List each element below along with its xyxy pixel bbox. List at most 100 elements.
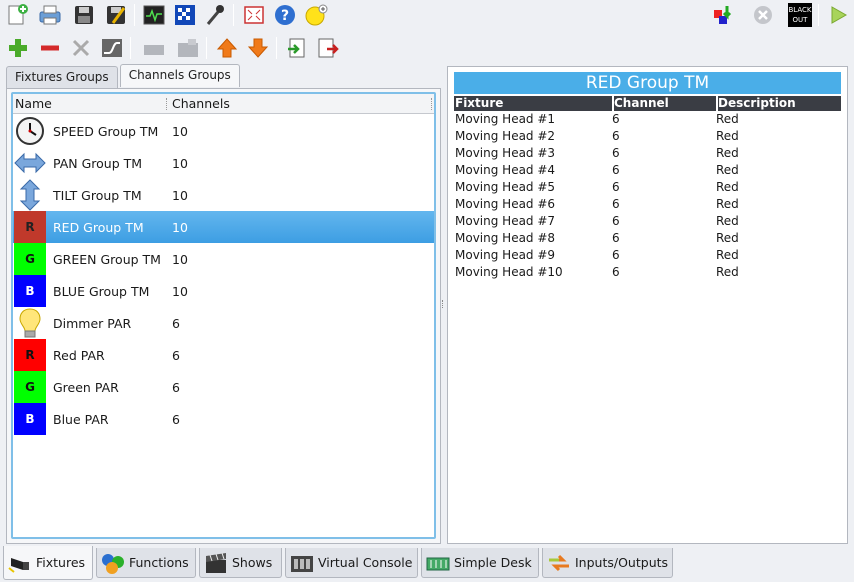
- tab-label: Virtual Console: [318, 555, 413, 570]
- group-detail-panel: RED Group TM Fixture Channel Description…: [447, 66, 848, 544]
- save-icon[interactable]: [71, 2, 97, 28]
- about-icon[interactable]: [303, 2, 329, 28]
- table-row: Moving Head #1 6 Red: [455, 112, 739, 126]
- functions-icon: [101, 551, 125, 575]
- blue-square-icon: B: [14, 403, 46, 435]
- tree-row[interactable]: G GREEN Group TM 10: [13, 243, 434, 275]
- tab-virtual-console[interactable]: Virtual Console: [285, 548, 418, 578]
- help-icon[interactable]: ?: [272, 2, 298, 28]
- export-icon[interactable]: [315, 35, 341, 61]
- tab-shows[interactable]: Shows: [199, 548, 282, 578]
- row-name: BLUE Group TM: [53, 284, 150, 299]
- tree-row-selected[interactable]: R RED Group TM 10: [13, 211, 434, 243]
- detail-table: Fixture Channel Description Moving Head …: [454, 96, 841, 281]
- red-square-icon: R: [14, 339, 46, 371]
- tab-fixtures[interactable]: Fixtures: [3, 546, 93, 580]
- tab-label: Inputs/Outputs: [575, 555, 669, 570]
- detail-title: RED Group TM: [454, 72, 841, 94]
- row-channels: 6: [172, 316, 180, 331]
- blackout-label-line1: BLACK: [788, 6, 812, 14]
- new-document-icon[interactable]: [4, 2, 30, 28]
- row-channels: 10: [172, 156, 188, 171]
- table-row: Moving Head #9 6 Red: [455, 248, 739, 262]
- header-description: Description: [716, 96, 796, 111]
- row-channels: 6: [172, 380, 180, 395]
- table-row: Moving Head #10 6 Red: [455, 265, 739, 279]
- svg-text:?: ?: [281, 8, 289, 24]
- pan-arrow-icon: [14, 147, 46, 179]
- tab-simple-desk[interactable]: Simple Desk: [421, 548, 539, 578]
- address-tool-icon[interactable]: [172, 2, 198, 28]
- row-channels: 10: [172, 220, 188, 235]
- tab-channels-groups[interactable]: Channels Groups: [119, 64, 240, 87]
- monitor-icon[interactable]: [141, 2, 167, 28]
- wand-icon[interactable]: [202, 2, 228, 28]
- tree-row[interactable]: Dimmer PAR 6: [13, 307, 434, 339]
- header-fixture: Fixture: [455, 96, 504, 110]
- tree-row[interactable]: B BLUE Group TM 10: [13, 275, 434, 307]
- row-channels: 10: [172, 124, 188, 139]
- tab-inputs-outputs[interactable]: Inputs/Outputs: [542, 548, 673, 578]
- green-square-icon: G: [14, 243, 46, 275]
- simple-desk-icon: [426, 551, 450, 575]
- tools-icon[interactable]: [68, 35, 94, 61]
- row-channels: 6: [172, 348, 180, 363]
- fixtures-icon: [8, 551, 32, 575]
- blue-square-icon: B: [14, 275, 46, 307]
- bulb-icon: [14, 307, 46, 339]
- arrow-down-icon[interactable]: [245, 35, 271, 61]
- column-header-name[interactable]: Name: [15, 96, 52, 111]
- tree-row[interactable]: B Blue PAR 6: [13, 403, 434, 435]
- tab-fixtures-groups[interactable]: Fixtures Groups: [6, 66, 118, 88]
- tab-functions[interactable]: Functions: [96, 548, 196, 578]
- remove-icon[interactable]: [37, 35, 63, 61]
- channels-groups-panel: Name Channels SPEED Group TM 10 PAN Grou…: [6, 88, 441, 544]
- tree-row[interactable]: TILT Group TM 10: [13, 179, 434, 211]
- column-header-channels[interactable]: Channels: [172, 96, 230, 111]
- row-name: GREEN Group TM: [53, 252, 161, 267]
- curve-icon[interactable]: [99, 35, 125, 61]
- tree-row[interactable]: SPEED Group TM 10: [13, 115, 434, 147]
- print-icon[interactable]: [37, 2, 63, 28]
- panel-splitter[interactable]: [442, 300, 445, 308]
- row-name: Green PAR: [53, 380, 119, 395]
- folder-icon[interactable]: [175, 35, 201, 61]
- fixtures-toolbar: [0, 32, 854, 64]
- arrow-up-icon[interactable]: [214, 35, 240, 61]
- main-toolbar: ? BLACK OUT: [0, 0, 854, 30]
- play-icon[interactable]: [825, 2, 851, 28]
- channel-groups-tree[interactable]: Name Channels SPEED Group TM 10 PAN Grou…: [11, 92, 436, 539]
- main-tabs: Fixtures Functions Shows Virtual Console…: [0, 546, 854, 582]
- row-channels: 10: [172, 284, 188, 299]
- clock-icon: [14, 115, 46, 147]
- detail-table-header: Fixture Channel Description: [454, 96, 841, 111]
- shows-icon: [204, 551, 228, 575]
- save-as-icon[interactable]: [103, 2, 129, 28]
- group-tabs: Fixtures Groups Channels Groups: [6, 64, 242, 88]
- row-name: PAN Group TM: [53, 156, 143, 171]
- row-channels: 6: [172, 412, 180, 427]
- stop-icon[interactable]: [750, 2, 776, 28]
- import-icon[interactable]: [284, 35, 310, 61]
- group-icon[interactable]: [141, 35, 167, 61]
- table-row: Moving Head #7 6 Red: [455, 214, 739, 228]
- tab-label: Shows: [232, 555, 273, 570]
- tab-label: Functions: [129, 555, 189, 570]
- table-row: Moving Head #3 6 Red: [455, 146, 739, 160]
- fullscreen-icon[interactable]: [241, 2, 267, 28]
- green-square-icon: G: [14, 371, 46, 403]
- row-name: RED Group TM: [53, 220, 144, 235]
- row-name: TILT Group TM: [53, 188, 142, 203]
- blackout-icon[interactable]: BLACK OUT: [787, 2, 813, 28]
- tree-row[interactable]: R Red PAR 6: [13, 339, 434, 371]
- table-row: Moving Head #6 6 Red: [455, 197, 739, 211]
- fixture-refresh-icon[interactable]: [712, 2, 738, 28]
- row-channels: 10: [172, 188, 188, 203]
- row-name: SPEED Group TM: [53, 124, 159, 139]
- row-name: Dimmer PAR: [53, 316, 132, 331]
- blackout-label-line2: OUT: [792, 16, 808, 24]
- tree-row[interactable]: PAN Group TM 10: [13, 147, 434, 179]
- tree-row[interactable]: G Green PAR 6: [13, 371, 434, 403]
- tab-label: Simple Desk: [454, 555, 532, 570]
- add-icon[interactable]: [5, 35, 31, 61]
